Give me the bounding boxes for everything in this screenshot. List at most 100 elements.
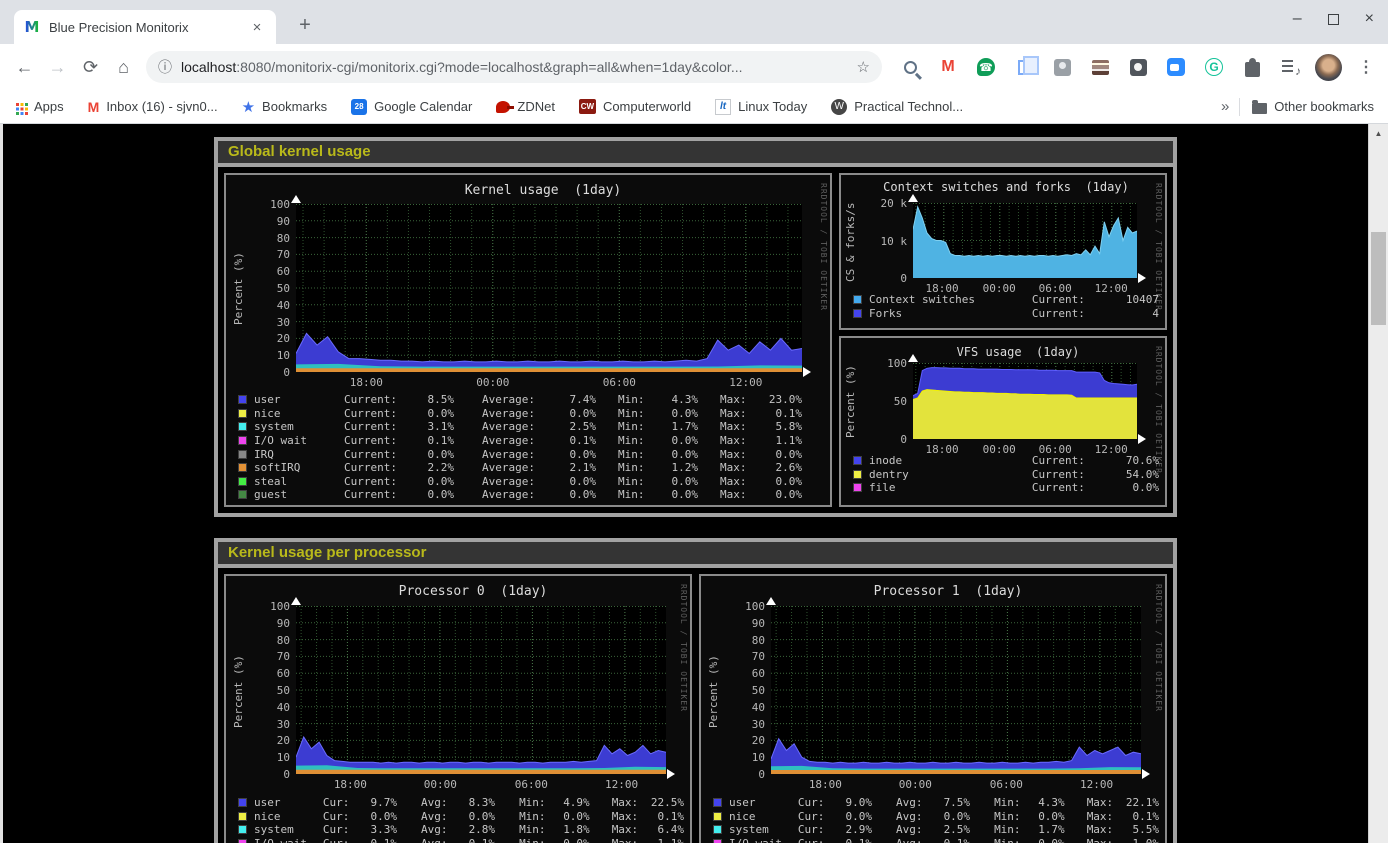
bookmark-star-icon[interactable]: ☆ (857, 58, 870, 76)
legend-stat-label: Current: (1032, 293, 1104, 306)
y-tick-label: 10 (248, 751, 290, 764)
legend-stat-value: 23.0% (754, 393, 802, 406)
context-switches-graph[interactable]: Context switches and forks (1day) CS & f… (839, 173, 1167, 330)
y-tick-label: 70 (248, 650, 290, 663)
lamp-icon (1130, 59, 1147, 76)
legend-series-name: Forks (869, 307, 1032, 320)
y-axis-label: Percent (%) (707, 610, 720, 774)
legend-stat-label: Average: (482, 488, 550, 501)
url-text[interactable]: localhost:8080/monitorix-cgi/monitorix.c… (181, 59, 849, 75)
legend-stat-value: 2.6% (754, 461, 802, 474)
y-axis-label: CS & forks/s (844, 201, 857, 283)
processor-1-graph[interactable]: Processor 1 (1day) Percent (%) RRDTOOL /… (699, 574, 1167, 843)
y-tick-label: 0 (248, 768, 290, 781)
graph-title: Processor 0 (1day) (270, 584, 676, 599)
grammarly-extension-icon[interactable]: G (1200, 53, 1228, 81)
tab-close-icon[interactable]: × (248, 19, 266, 36)
home-button[interactable]: ⌂ (110, 52, 137, 82)
legend-stat-value: 0.0% (754, 475, 802, 488)
legend-stat-label: Avg: (896, 796, 930, 809)
page-scrollbar[interactable]: ▲ (1368, 124, 1388, 843)
copy-pages-extension-icon[interactable] (1010, 53, 1038, 81)
kebab-menu-icon: ⋮ (1358, 57, 1374, 77)
profile-avatar-button[interactable] (1314, 53, 1342, 81)
maximize-button[interactable] (1328, 14, 1339, 25)
search-extension-icon[interactable] (896, 53, 924, 81)
books-icon (1092, 60, 1109, 75)
legend-stat-value: 9.7% (357, 796, 397, 809)
bookmark-bookmarks[interactable]: ★Bookmarks (242, 98, 327, 116)
y-tick-label: 80 (248, 634, 290, 647)
gmail-extension-icon[interactable]: M (934, 53, 962, 81)
phone-icon: ☎ (977, 58, 995, 76)
y-tick-label: 50 (248, 684, 290, 697)
legend-stat-value: 10407 (1103, 293, 1159, 306)
bookmark-inbox[interactable]: MInbox (16) - sjvn0... (88, 99, 218, 115)
url-bar[interactable]: ⓘ localhost:8080/monitorix-cgi/monitorix… (146, 51, 882, 83)
close-window-button[interactable]: × (1365, 10, 1374, 28)
legend-row-nice: niceCur:0.0%Avg:0.0%Min:0.0%Max:0.1% (238, 810, 684, 824)
bookmark-apps[interactable]: Apps (14, 99, 64, 114)
series-softIRQ (296, 770, 666, 774)
legend-stat-label: Avg: (421, 823, 455, 836)
reading-list-button[interactable]: ♪ (1276, 53, 1304, 81)
legend-row-dentry: dentryCurrent:54.0% (853, 468, 1159, 482)
other-bookmarks-button[interactable]: Other bookmarks (1252, 99, 1374, 114)
apps-grid-icon (16, 103, 19, 106)
zoom-extension-icon[interactable] (1162, 53, 1190, 81)
bookmark-label: ZDNet (517, 99, 555, 114)
y-tick-label: 60 (248, 667, 290, 680)
legend-stat-value: 8.5% (408, 393, 454, 406)
google-voice-extension-icon[interactable]: ☎ (972, 53, 1000, 81)
legend-stat-value: 0.0% (550, 837, 590, 843)
legend-stat-label: Cur: (323, 837, 357, 843)
search-icon (904, 61, 917, 74)
book-stack-extension-icon[interactable] (1086, 53, 1114, 81)
avatar (1315, 54, 1342, 81)
legend-series-name: IRQ (254, 448, 344, 461)
processor-0-graph[interactable]: Processor 0 (1day) Percent (%) RRDTOOL /… (224, 574, 692, 843)
back-button[interactable]: ← (11, 52, 38, 82)
axis-arrow-up-icon (908, 354, 918, 362)
legend-stat-label: Min: (994, 796, 1025, 809)
active-tab[interactable]: M Blue Precision Monitorix × (14, 10, 276, 44)
y-tick-label: 30 (248, 316, 290, 329)
rrdtool-watermark: RRDTOOL / TOBI OETIKER (819, 183, 828, 311)
legend-stat-value: 0.1% (357, 837, 397, 843)
bookmark-google-calendar[interactable]: 28Google Calendar (351, 99, 472, 115)
legend-swatch (238, 409, 247, 418)
legend-series-name: user (254, 796, 323, 809)
y-axis-label: Percent (%) (232, 610, 245, 774)
axis-arrow-right-icon (1142, 769, 1150, 779)
page-info-icon[interactable]: ⓘ (158, 57, 172, 77)
kernel-usage-graph[interactable]: Kernel usage (1day) Percent (%) RRDTOOL … (224, 173, 832, 507)
bookmarks-overflow-chevron[interactable]: » (1221, 98, 1229, 115)
legend-stat-label: Min: (618, 434, 652, 447)
x-tick-label: 06:00 (507, 778, 555, 791)
figure-icon (1054, 59, 1071, 76)
scroll-up-arrow[interactable]: ▲ (1369, 124, 1388, 142)
legend-stat-label: Average: (482, 461, 550, 474)
bookmark-practical-technology[interactable]: WPractical Technol... (831, 99, 963, 115)
axis-arrow-up-icon (908, 194, 918, 202)
legend-stat-label: Max: (720, 393, 754, 406)
bookmark-linux-today[interactable]: ltLinux Today (715, 99, 807, 115)
legend-swatch (238, 825, 247, 834)
gray-figure-extension-icon[interactable] (1048, 53, 1076, 81)
legend-row-nice: niceCur:0.0%Avg:0.0%Min:0.0%Max:0.1% (713, 810, 1159, 824)
browser-menu-button[interactable]: ⋮ (1352, 53, 1380, 81)
bookmark-computerworld[interactable]: CWComputerworld (579, 99, 691, 114)
minimize-button[interactable]: – (1293, 10, 1302, 28)
legend-swatch (238, 463, 247, 472)
new-tab-button[interactable]: + (292, 14, 318, 37)
x-tick-label: 18:00 (918, 443, 966, 456)
bookmark-zdnet[interactable]: ZDNet (496, 99, 555, 114)
lamp-extension-icon[interactable] (1124, 53, 1152, 81)
extensions-puzzle-button[interactable] (1238, 53, 1266, 81)
vfs-usage-graph[interactable]: VFS usage (1day) Percent (%) RRDTOOL / T… (839, 336, 1167, 507)
reload-button[interactable]: ⟳ (77, 52, 104, 82)
scrollbar-thumb[interactable] (1371, 232, 1386, 325)
browser-toolbar: ← → ⟳ ⌂ ⓘ localhost:8080/monitorix-cgi/m… (0, 44, 1388, 90)
forward-button[interactable]: → (44, 52, 71, 82)
legend-swatch (853, 470, 862, 479)
